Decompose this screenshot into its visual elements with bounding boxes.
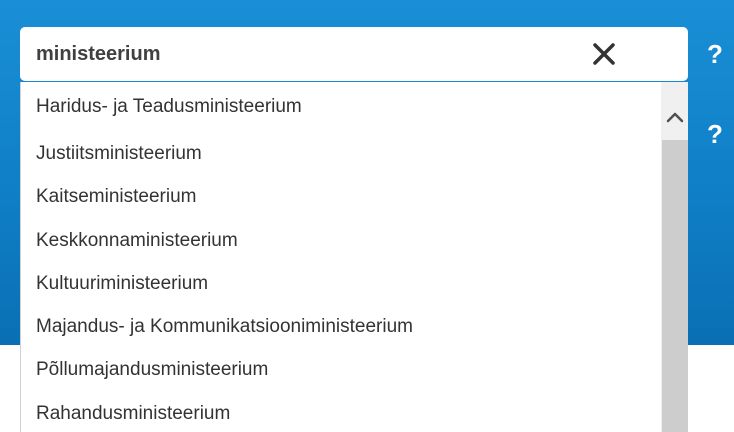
help-icon[interactable]: ? <box>703 118 727 150</box>
dropdown-option[interactable]: Haridus- ja Teadusministeerium <box>36 92 302 122</box>
dropdown-option[interactable]: Justiitsministeerium <box>36 139 202 169</box>
scrollbar[interactable] <box>661 82 688 432</box>
close-icon[interactable] <box>588 38 620 70</box>
chevron-up-icon[interactable] <box>661 102 688 132</box>
search-input-value[interactable]: ministeerium <box>36 27 160 81</box>
dropdown-option[interactable]: Kaitseministeerium <box>36 182 197 212</box>
dropdown-option[interactable]: Majandus- ja Kommunikatsiooniministeeriu… <box>36 312 413 342</box>
search-field[interactable]: ministeerium <box>20 27 688 81</box>
dropdown-option[interactable]: Põllumajandusministeerium <box>36 355 268 385</box>
help-icon[interactable]: ? <box>703 38 727 70</box>
dropdown-option[interactable]: Rahandusministeerium <box>36 399 230 429</box>
autocomplete-dropdown: Haridus- ja Teadusministeerium Justiitsm… <box>20 82 688 432</box>
dropdown-option[interactable]: Keskkonnaministeerium <box>36 226 238 256</box>
dropdown-option[interactable]: Kultuuriministeerium <box>36 269 208 299</box>
scrollbar-thumb[interactable] <box>662 140 688 432</box>
